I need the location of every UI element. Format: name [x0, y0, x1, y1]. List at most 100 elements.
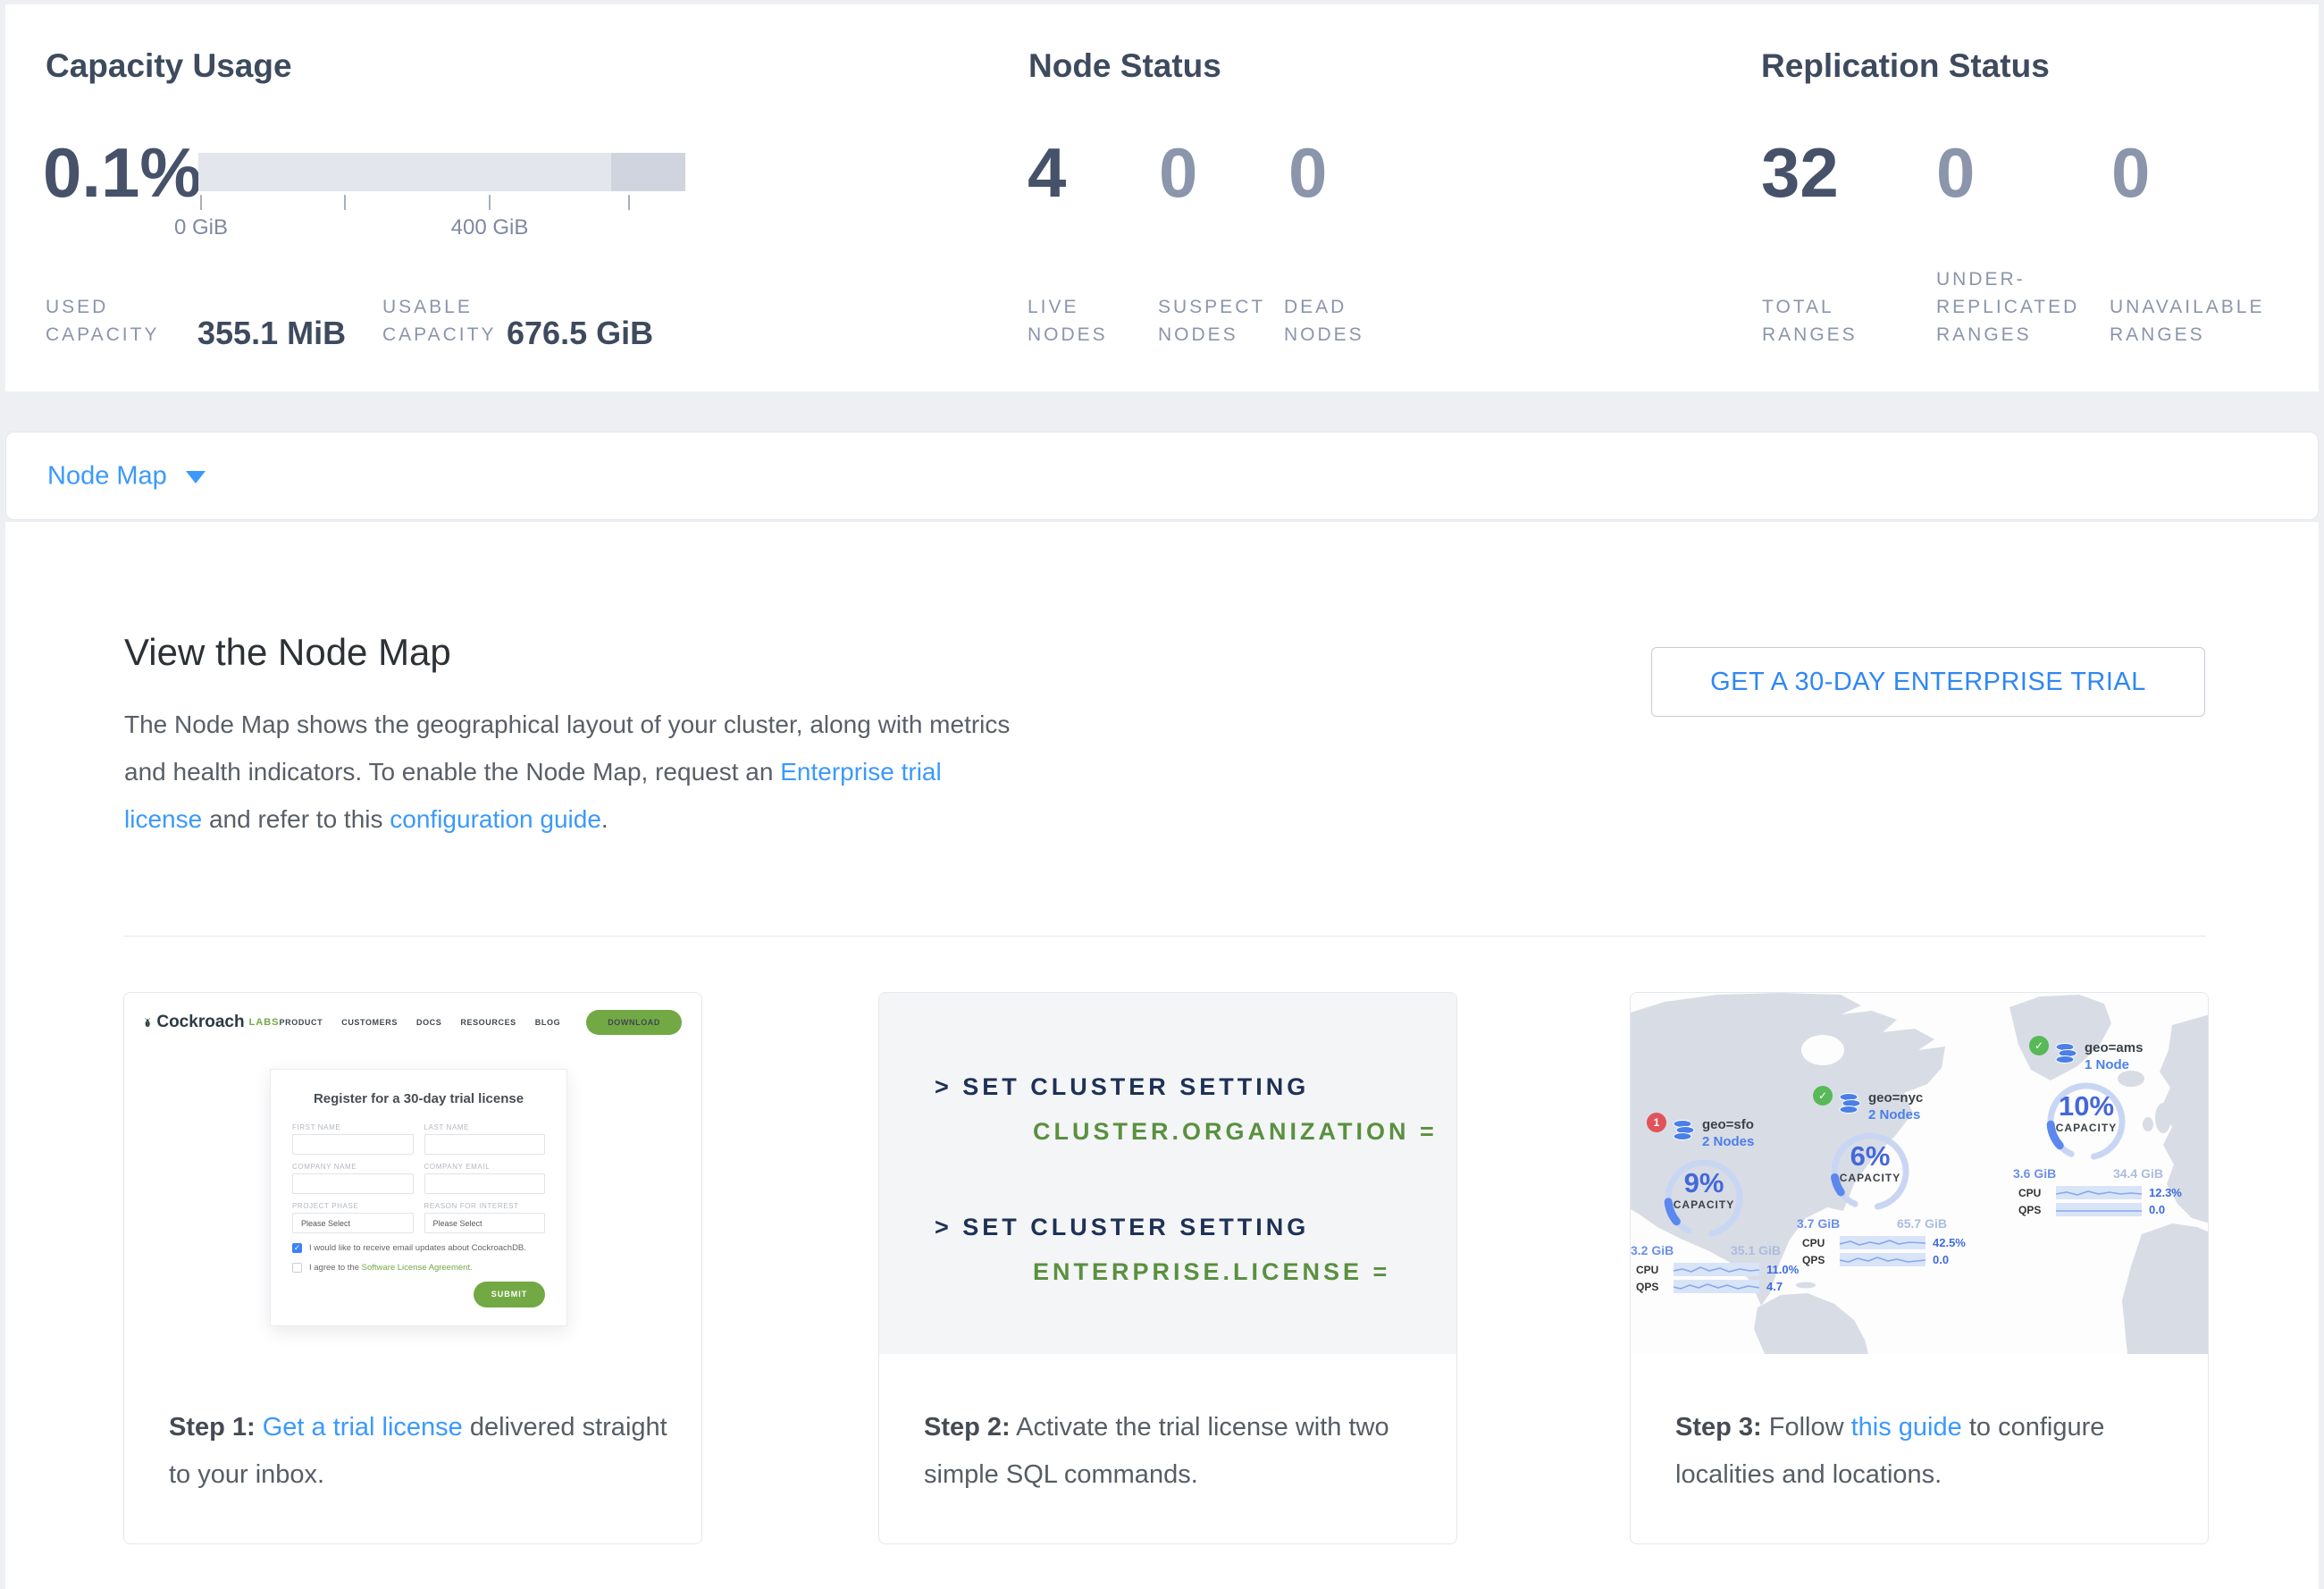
cpu-sparkline: [1840, 1236, 1925, 1249]
mini-nav-item: CUSTOMERS: [341, 1018, 398, 1027]
capacity-label: CAPACITY: [1818, 1172, 1922, 1184]
sql-code-line: > SET CLUSTER SETTING: [935, 1073, 1309, 1101]
qps-sparkline: [1674, 1280, 1759, 1293]
mini-field-label: FIRST NAME: [292, 1123, 414, 1131]
cpu-value: 12.3%: [2149, 1186, 2182, 1199]
mini-last-name-input: [424, 1134, 546, 1155]
capacity-percent: 6%: [1818, 1141, 1922, 1172]
mini-download-button: DOWNLOAD: [586, 1010, 682, 1035]
mini-submit-button: SUBMIT: [474, 1282, 545, 1307]
capacity-axis-tick: [628, 195, 630, 210]
qps-label: QPS: [1802, 1254, 1833, 1266]
mini-field-label: COMPANY NAME: [292, 1163, 414, 1171]
live-nodes-label: LIVE NODES: [1028, 293, 1144, 349]
nodemap-dropdown-label[interactable]: Node Map: [47, 461, 167, 491]
under-replicated-ranges-label: UNDER-REPLICATED RANGES: [1936, 265, 2115, 349]
locality-geo-ams: ✓ geo=ams 1 Node: [2029, 1043, 2203, 1216]
caption-text: [256, 1413, 263, 1442]
locality-name: geo=nyc: [1868, 1089, 1923, 1106]
locality-name: geo=ams: [2085, 1039, 2143, 1056]
cpu-value: 42.5%: [1933, 1236, 1966, 1249]
mini-checkbox-text: I agree to the: [309, 1263, 362, 1273]
capacity-range: 3.7 GiB 65.7 GiB: [1797, 1216, 1947, 1231]
step1-caption: Step 1: Get a trial license delivered st…: [169, 1404, 669, 1499]
nodemap-preview-image: 1 geo=sfo 2 Nodes: [1631, 993, 2208, 1354]
mini-form-grid: FIRST NAME LAST NAME COMPANY NAME COMPAN…: [292, 1115, 545, 1233]
mini-trial-form: Register for a 30-day trial license FIRS…: [270, 1069, 567, 1326]
cpu-label: CPU: [1802, 1237, 1833, 1249]
suspect-nodes-value: 0: [1159, 137, 1197, 208]
capacity-gauge: 9% CAPACITY: [1652, 1154, 1756, 1243]
healthy-badge-icon: ✓: [2029, 1036, 2049, 1055]
live-nodes-value: 4: [1028, 137, 1066, 208]
section-divider: [124, 936, 2206, 937]
nodes-stack-icon: [1673, 1120, 1696, 1141]
qps-value: 0.0: [2149, 1203, 2165, 1216]
mini-checkbox-label: I would like to receive email updates ab…: [309, 1243, 526, 1253]
dead-nodes-label: DEAD NODES: [1284, 293, 1400, 349]
total-ranges-value: 32: [1761, 137, 1839, 208]
unavailable-ranges-value: 0: [2111, 137, 2150, 208]
used-capacity: 3.2 GiB: [1631, 1243, 1674, 1257]
sql-code-line: CLUSTER.ORGANIZATION =: [1033, 1118, 1438, 1146]
qps-row: QPS 0.0: [1802, 1253, 1983, 1266]
qps-sparkline: [1840, 1253, 1925, 1266]
cpu-label: CPU: [2018, 1187, 2049, 1199]
logo-text: Cockroach: [156, 1013, 244, 1032]
get-trial-license-link[interactable]: Get a trial license: [263, 1413, 463, 1442]
mini-company-name-input: [292, 1173, 414, 1194]
used-capacity-value: 355.1 MiB: [197, 315, 346, 352]
step1-card: Cockroach LABS PRODUCT CUSTOMERS DOCS RE…: [123, 992, 702, 1544]
logo-subtext: LABS: [249, 1017, 280, 1028]
capacity-label: CAPACITY: [1652, 1198, 1756, 1211]
mini-company-email-input: [424, 1173, 546, 1194]
unchecked-checkbox-icon: [292, 1263, 302, 1273]
locality-node-count: 2 Nodes: [1702, 1133, 1754, 1150]
mini-field-label: REASON FOR INTEREST: [424, 1202, 546, 1210]
qps-value: 4.7: [1766, 1280, 1783, 1293]
capacity-bar-available-segment: [198, 153, 611, 191]
nodes-stack-icon: [1839, 1093, 1862, 1114]
nodes-stack-icon: [2055, 1043, 2078, 1064]
mini-nav-item: BLOG: [535, 1018, 560, 1027]
mini-nav-item: PRODUCT: [280, 1018, 323, 1027]
nodemap-dropdown-bar[interactable]: Node Map: [5, 432, 2319, 520]
dead-nodes-value: 0: [1288, 137, 1327, 208]
locality-geo-sfo: 1 geo=sfo 2 Nodes: [1647, 1120, 1808, 1293]
total-ranges-label: TOTAL RANGES: [1762, 293, 1892, 349]
cpu-row: CPU 12.3%: [2018, 1186, 2203, 1199]
enterprise-trial-button[interactable]: GET A 30-DAY ENTERPRISE TRIAL: [1651, 647, 2205, 717]
used-capacity: 3.7 GiB: [1797, 1216, 1840, 1231]
description-text: and refer to this: [202, 805, 390, 833]
sql-code-line: > SET CLUSTER SETTING: [935, 1214, 1309, 1241]
qps-sparkline: [2056, 1203, 2142, 1216]
total-capacity: 65.7 GiB: [1897, 1216, 1947, 1231]
mini-field-label: PROJECT PHASE: [292, 1202, 414, 1210]
step3-label: Step 3:: [1675, 1413, 1762, 1442]
step2-label: Step 2:: [924, 1413, 1011, 1442]
capacity-axis-tick: [344, 195, 346, 210]
node-status-title: Node Status: [1028, 47, 1221, 85]
caption-text: Follow: [1762, 1413, 1851, 1442]
capacity-axis-tick: [200, 195, 202, 210]
capacity-percent: 9%: [1652, 1168, 1756, 1198]
mini-nav-item: RESOURCES: [460, 1018, 516, 1027]
total-capacity: 35.1 GiB: [1731, 1243, 1781, 1257]
capacity-axis-tick: [489, 195, 491, 210]
unavailable-ranges-label: UNAVAILABLE RANGES: [2110, 293, 2302, 349]
step3-caption: Step 3: Follow this guide to configure l…: [1675, 1404, 2176, 1499]
chevron-down-icon: [186, 471, 206, 483]
configuration-guide-link[interactable]: configuration guide: [390, 805, 601, 833]
warning-badge-icon: 1: [1647, 1113, 1666, 1132]
this-guide-link[interactable]: this guide: [1851, 1413, 1962, 1442]
mini-field-label: LAST NAME: [424, 1123, 546, 1131]
qps-row: QPS 0.0: [2018, 1203, 2203, 1216]
mini-nav-item: DOCS: [416, 1018, 441, 1027]
qps-label: QPS: [1636, 1281, 1666, 1293]
capacity-gauge: 6% CAPACITY: [1818, 1127, 1922, 1216]
cpu-value: 11.0%: [1766, 1263, 1799, 1276]
replication-status-title: Replication Status: [1761, 47, 2050, 85]
mini-field-label: COMPANY EMAIL: [424, 1163, 546, 1171]
mini-license-agreement-link: Software License Agreement.: [362, 1263, 473, 1273]
locality-node-count: 2 Nodes: [1868, 1106, 1923, 1123]
